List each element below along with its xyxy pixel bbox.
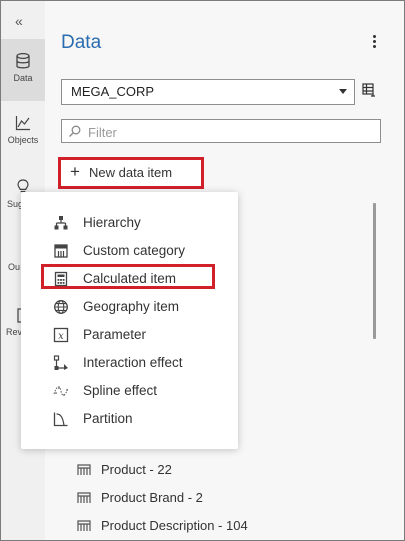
new-data-item-menu: Hierarchy Custom category Calculated ite… [21,192,238,449]
data-source-select[interactable]: MEGA_CORP [61,79,355,105]
new-data-item-button[interactable]: + New data item [58,157,204,189]
more-options-icon[interactable] [370,35,378,51]
list-item-label: Product Description - 104 [101,518,248,533]
category-icon [77,464,91,475]
filter-input[interactable] [86,122,370,142]
rail-item-objects[interactable]: Objects [1,115,45,145]
menu-item-label: Calculated item [83,271,177,286]
panel-title: Data [61,32,102,53]
filter-field[interactable] [61,119,381,143]
chevron-down-icon [339,89,347,94]
rail-label-data: Data [13,73,33,83]
menu-item-spline-effect[interactable]: Spline effect [21,379,238,403]
menu-item-geography-item[interactable]: Geography item [21,295,238,319]
database-icon [16,53,30,69]
list-item-label: Product - 22 [101,462,172,477]
plus-icon: + [70,162,80,181]
category-icon [77,492,91,503]
scrollbar[interactable] [373,203,376,339]
line-chart-icon [15,116,30,131]
menu-item-parameter[interactable]: x Parameter [21,323,238,347]
menu-item-partition[interactable]: Partition [21,407,238,431]
calculator-icon [54,271,68,287]
menu-item-label: Spline effect [83,383,158,398]
data-source-value: MEGA_CORP [71,84,155,99]
spline-effect-icon [53,386,69,396]
category-icon [77,520,91,531]
hierarchy-icon [54,216,68,230]
menu-item-label: Hierarchy [83,215,141,230]
rail-label-review: Rev [5,327,22,337]
partition-icon [53,412,68,427]
rail-label-outline: Ou [7,262,20,272]
menu-item-hierarchy[interactable]: Hierarchy [21,211,238,235]
collapse-icon[interactable]: « [15,13,23,29]
rail-label-objects: Objects [7,135,39,145]
menu-item-interaction-effect[interactable]: Interaction effect [21,351,238,375]
menu-item-label: Interaction effect [83,355,183,370]
menu-item-label: Parameter [83,327,147,342]
list-item-label: Product Brand - 2 [101,490,203,505]
menu-item-label: Partition [83,411,133,426]
globe-icon [54,300,68,314]
parameter-icon: x [53,327,69,343]
menu-item-label: Custom category [83,243,186,258]
menu-item-custom-category[interactable]: Custom category [21,239,238,263]
search-icon [69,125,81,137]
menu-item-label: Geography item [83,299,180,314]
rail-item-data[interactable]: Data [1,39,45,101]
menu-item-calculated-item[interactable]: Calculated item [21,264,238,291]
new-data-item-label: New data item [89,165,173,180]
interaction-effect-icon [53,355,68,370]
data-source-table-icon[interactable] [362,83,376,102]
custom-category-icon [54,244,68,258]
svg-text:x: x [58,331,64,342]
